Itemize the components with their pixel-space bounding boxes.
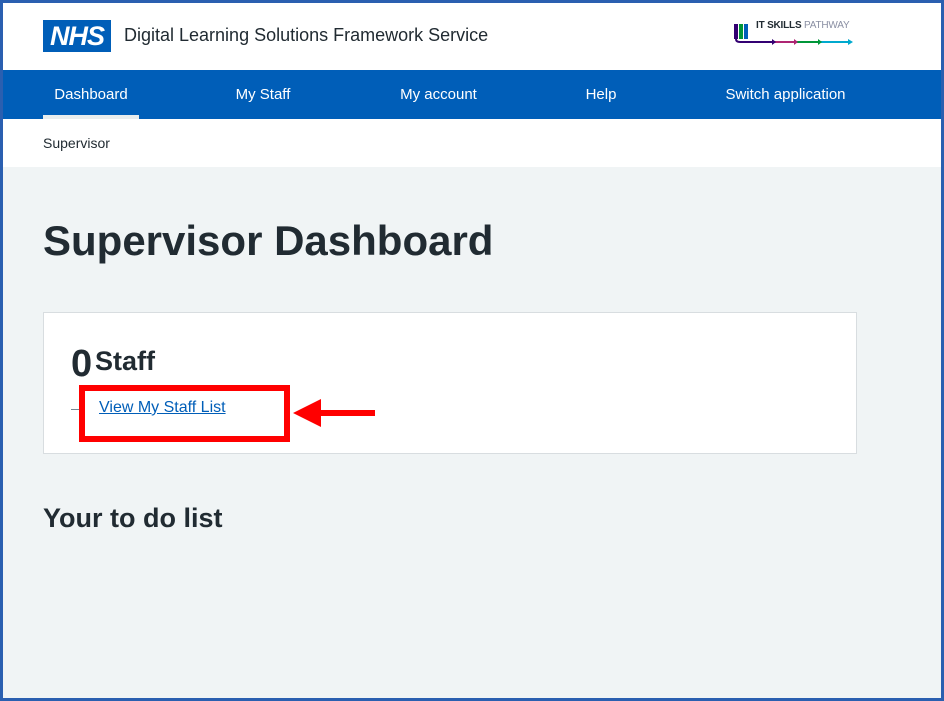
- staff-label: Staff: [95, 346, 155, 376]
- annotation-highlight-box: [79, 385, 290, 442]
- nav-switch-application[interactable]: Switch application: [723, 70, 848, 119]
- site-header: NHS Digital Learning Solutions Framework…: [3, 3, 941, 70]
- breadcrumb-supervisor[interactable]: Supervisor: [43, 135, 110, 151]
- todo-heading: Your to do list: [43, 503, 223, 533]
- pathway-logo-bold: IT SKILLS: [756, 20, 802, 31]
- staff-count: 0: [71, 343, 93, 385]
- nav-dashboard[interactable]: Dashboard: [43, 70, 139, 119]
- it-skills-pathway-logo: IT SKILLS PATHWAY: [732, 20, 854, 47]
- pathway-logo-light: PATHWAY: [804, 20, 850, 31]
- annotation-arrow-icon: [293, 399, 375, 427]
- pathway-logo-text: IT SKILLS PATHWAY: [756, 20, 850, 31]
- nav-my-staff[interactable]: My Staff: [225, 70, 301, 119]
- nhs-logo[interactable]: NHS: [43, 20, 111, 52]
- nav-my-account[interactable]: My account: [392, 70, 485, 119]
- primary-navigation: Dashboard My Staff My account Help Switc…: [3, 70, 941, 119]
- app-frame: NHS Digital Learning Solutions Framework…: [0, 0, 944, 701]
- nav-help[interactable]: Help: [578, 70, 624, 119]
- service-name[interactable]: Digital Learning Solutions Framework Ser…: [124, 25, 488, 46]
- page-title: Supervisor Dashboard: [43, 217, 494, 264]
- breadcrumb-bar: Supervisor: [3, 119, 941, 167]
